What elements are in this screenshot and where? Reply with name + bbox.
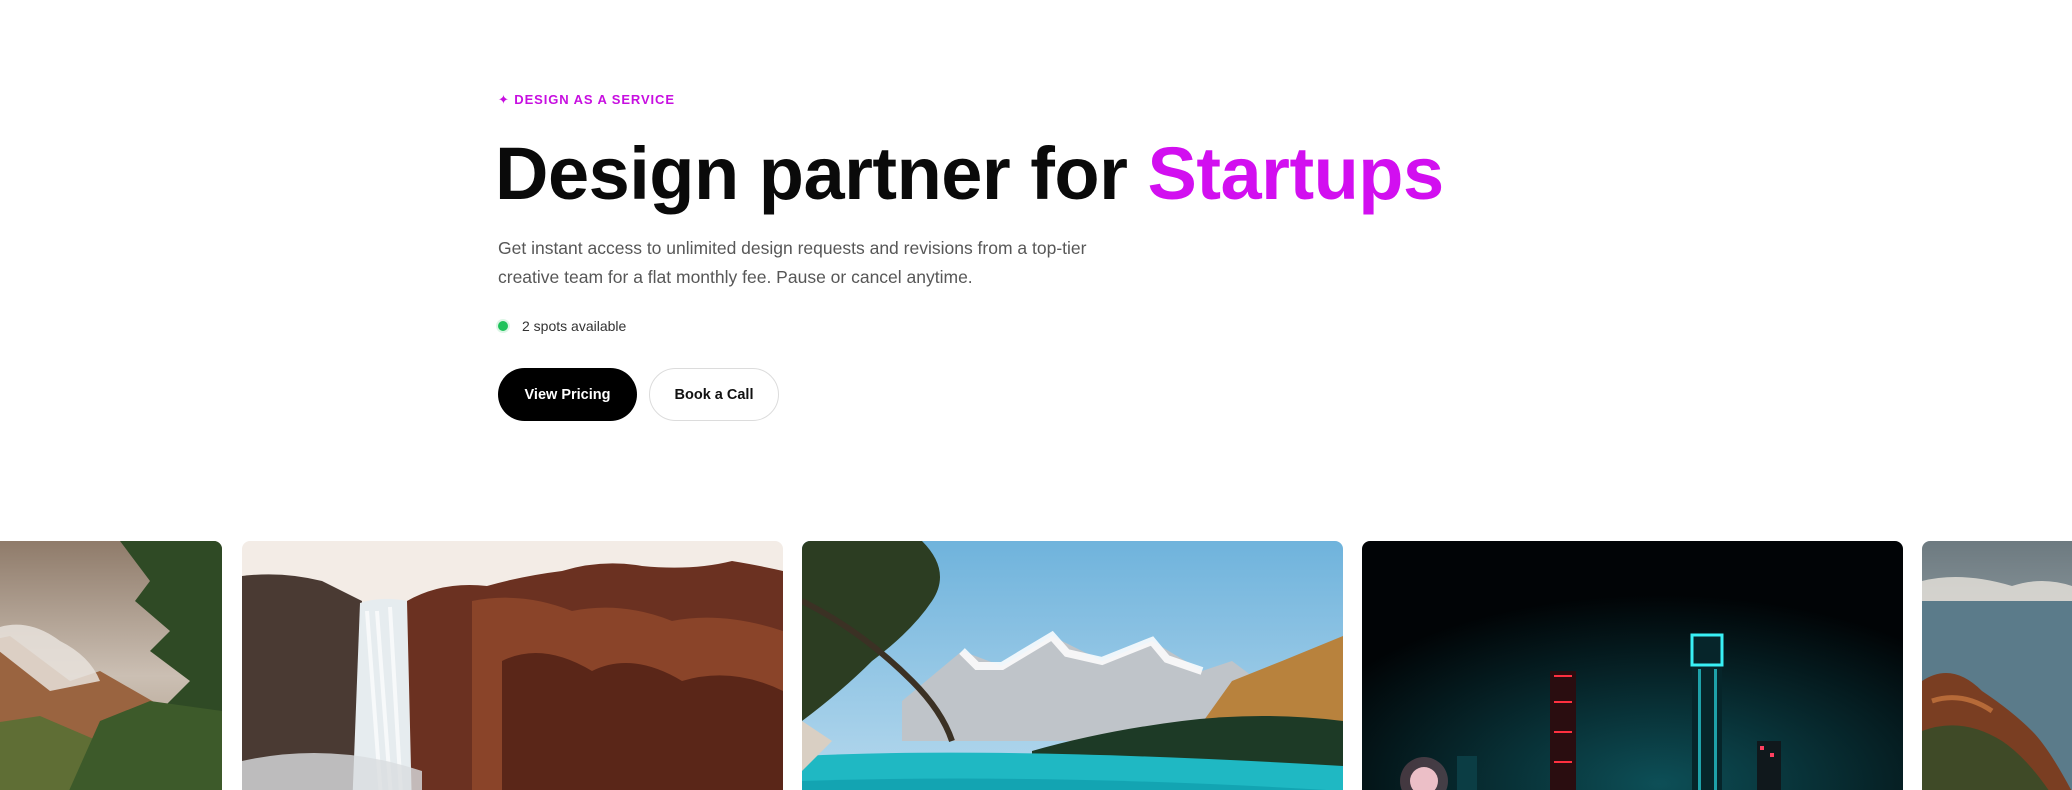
book-call-button[interactable]: Book a Call <box>649 368 779 421</box>
waterfall-image <box>242 541 783 790</box>
availability-text: 2 spots available <box>522 318 627 334</box>
eyebrow-text: ✦ DESIGN AS A SERVICE <box>498 92 675 107</box>
hero-subtitle: Get instant access to unlimited design r… <box>498 238 1087 287</box>
eyebrow-label: ✦ DESIGN AS A SERVICE <box>498 92 675 108</box>
headline-accent: Startups <box>1147 132 1445 215</box>
lake-mountains-image <box>802 541 1343 790</box>
headline-main: Design partner for <box>495 132 1148 215</box>
view-pricing-button[interactable]: View Pricing <box>498 368 637 421</box>
mountain-cliffs-image <box>0 541 222 790</box>
coastline-image <box>1922 541 2072 790</box>
status-dot-icon <box>498 321 508 331</box>
night-city-image <box>1362 541 1903 790</box>
page-title: Design partner for Startups <box>495 130 1444 218</box>
image-gallery <box>0 541 2072 790</box>
availability-status: 2 spots available <box>498 318 626 334</box>
cta-group: View Pricing Book a Call <box>498 368 779 421</box>
